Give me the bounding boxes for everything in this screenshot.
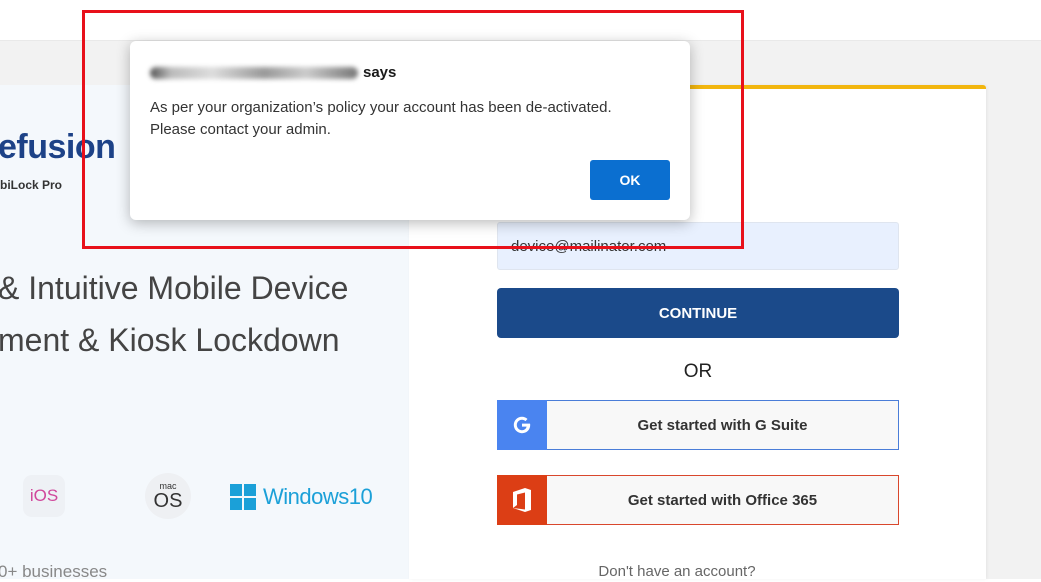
office-icon-box bbox=[497, 475, 547, 525]
ok-button[interactable]: OK bbox=[590, 160, 670, 200]
macos-badge: mac OS bbox=[145, 473, 191, 519]
office365-label: Get started with Office 365 bbox=[627, 491, 818, 509]
gsuite-label: Get started with G Suite bbox=[637, 416, 808, 434]
dialog-message: As per your organization’s policy your a… bbox=[150, 97, 670, 141]
windows-logo-icon bbox=[230, 484, 256, 510]
continue-label: CONTINUE bbox=[658, 304, 738, 322]
browser-toolbar bbox=[0, 0, 1041, 41]
dialog-message-line-1: As per your organization’s policy your a… bbox=[150, 99, 612, 116]
macos-big-label: OS bbox=[153, 489, 183, 512]
office-365-icon bbox=[513, 488, 531, 512]
continue-button[interactable]: CONTINUE bbox=[497, 288, 899, 338]
windows-label: Windows10 bbox=[263, 484, 373, 509]
or-separator: OR bbox=[683, 361, 713, 382]
gsuite-signin-button[interactable]: Get started with G Suite bbox=[497, 400, 899, 450]
google-icon-box bbox=[497, 400, 547, 450]
office365-signin-button[interactable]: Get started with Office 365 bbox=[497, 475, 899, 525]
ok-label: OK bbox=[619, 172, 641, 188]
ios-badge: iOS bbox=[23, 475, 65, 517]
businesses-count-text: 0+ businesses bbox=[0, 562, 108, 581]
redacted-origin bbox=[150, 66, 358, 79]
dialog-message-line-2: Please contact your admin. bbox=[150, 121, 331, 138]
signup-prompt: Don't have an account? bbox=[598, 563, 756, 580]
ios-label: iOS bbox=[29, 486, 59, 505]
brand-logo-text: efusion bbox=[0, 128, 116, 166]
dialog-title: says bbox=[150, 64, 396, 81]
alert-dialog: says As per your organization’s policy y… bbox=[130, 41, 690, 220]
email-input[interactable] bbox=[497, 222, 899, 270]
windows-badge: Windows10 bbox=[230, 484, 373, 510]
headline-line-2: ment & Kiosk Lockdown bbox=[0, 322, 340, 358]
headline-line-1: & Intuitive Mobile Device bbox=[0, 270, 349, 306]
dialog-title-suffix: says bbox=[363, 64, 397, 81]
brand-product-name: biLock Pro bbox=[0, 178, 63, 192]
google-g-icon bbox=[513, 416, 531, 434]
